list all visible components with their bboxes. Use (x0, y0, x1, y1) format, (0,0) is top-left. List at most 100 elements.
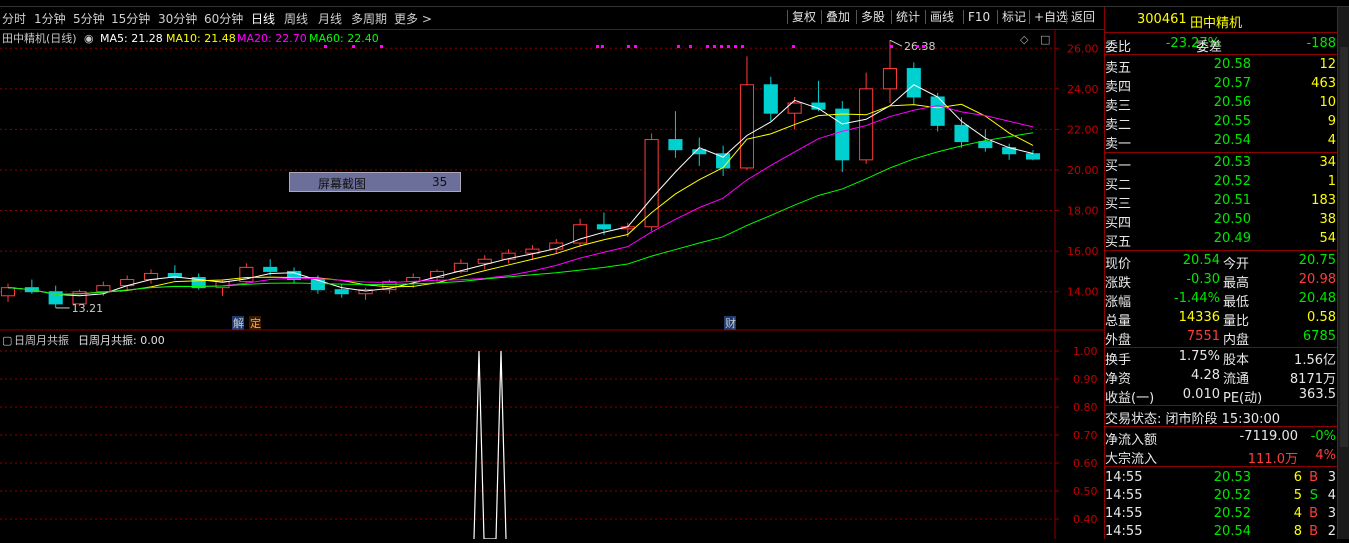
signal-dot (634, 45, 637, 48)
scrollbar[interactable] (1337, 7, 1349, 539)
y-tick-label: 18.00 (1067, 205, 1099, 218)
quote-cell: 20.52 (1213, 174, 1251, 189)
quote-cell: 20.52 (1213, 506, 1251, 521)
signal-dot (890, 45, 893, 48)
candle-body (668, 139, 683, 151)
toolbar-separator (1029, 10, 1030, 24)
candle-body (739, 84, 755, 169)
timeframe-tab[interactable]: 30分钟 (158, 10, 197, 27)
stat2-row: 换手 1.75% 股本 1.56亿 (1105, 348, 1338, 368)
quote-cell: 8171万 (1289, 372, 1336, 387)
quote-cell: 463 (1311, 76, 1336, 91)
signal-dot (713, 45, 716, 48)
timeframe-tab[interactable]: 更多 > (394, 10, 432, 27)
quote-cell: 20.48 (1298, 291, 1336, 306)
signal-dot (601, 45, 604, 48)
timeframe-tab[interactable]: 分时 (2, 10, 26, 27)
event-marker: 定 (250, 316, 261, 330)
timeframe-tab[interactable]: 日线 (251, 10, 275, 27)
scrollbar-thumb[interactable] (1340, 47, 1348, 447)
y-tick-label: 24.00 (1067, 83, 1099, 96)
legend-item: MA20: 22.70 (237, 32, 307, 45)
quote-cell: 净资 (1105, 372, 1132, 387)
quote-cell: 8 (1293, 524, 1302, 539)
diamond-icon: ◇ (1020, 33, 1029, 46)
y-tick-label: 0.80 (1073, 401, 1098, 414)
toolbar-button[interactable]: F10 (968, 9, 990, 25)
stat-row: 涨跌 -0.30 最高 20.98 (1105, 271, 1338, 291)
quote-cell: 总量 (1105, 314, 1132, 329)
timeframe-tab[interactable]: 多周期 (351, 10, 387, 27)
quote-cell: S (1309, 488, 1318, 503)
toolbar-button[interactable]: 叠加 (826, 9, 850, 25)
ma10-line (7, 103, 1034, 295)
quote-cell: 14:55 (1105, 488, 1143, 503)
quote-cell: 现价 (1105, 257, 1132, 272)
candle-body (310, 279, 325, 291)
quote-cell: 20.51 (1213, 193, 1251, 208)
quote-cell: 14336 (1178, 310, 1220, 325)
quote-cell: 9 (1327, 114, 1336, 129)
timeframe-tab[interactable]: 1分钟 (34, 10, 66, 27)
indicator-title: 日周月共振 (14, 333, 69, 347)
quote-cell: 111.0万 (1247, 452, 1298, 467)
toolbar-button[interactable]: 多股 (861, 9, 885, 25)
candle-body (453, 262, 468, 272)
quote-cell: 卖一 (1105, 137, 1132, 152)
stat2-row: 收益(一) 0.010 PE(动) 363.5 (1105, 386, 1338, 406)
toolbar-button[interactable]: 画线 (930, 9, 954, 25)
timeframe-tab[interactable]: 5分钟 (73, 10, 105, 27)
stock-title: 300461 田中精机 (1105, 11, 1338, 31)
toolbar-button[interactable]: 统计 (896, 9, 920, 25)
quote-cell: 20.54 (1182, 253, 1220, 268)
chart-svg[interactable]: 26.00 24.00 22.00 20.00 18.00 16.00 14.00 田中精机(… (0, 30, 1104, 540)
quote-cell: 20.98 (1298, 272, 1336, 287)
signal-dot (324, 45, 327, 48)
chart-area[interactable]: 26.00 24.00 22.00 20.00 18.00 16.00 14.00 田中精机(… (0, 30, 1104, 540)
timeframe-tab[interactable]: 15分钟 (111, 10, 150, 27)
quote-cell: 换手 (1105, 353, 1132, 368)
candle-body (716, 153, 731, 169)
timeframe-tab[interactable]: 月线 (318, 10, 342, 27)
timeframe-tab[interactable]: 周线 (284, 10, 308, 27)
toolbar-separator (963, 10, 964, 24)
quote-cell: 20.75 (1298, 253, 1336, 268)
y-tick-label: 0.90 (1073, 373, 1098, 386)
quote-cell: B (1309, 506, 1318, 521)
event-marker: 财 (725, 316, 736, 330)
panel-divider (1105, 250, 1338, 251)
quote-cell: 交易状态: 闭市阶段 15:30:00 (1105, 412, 1281, 427)
toolbar-button[interactable]: +自选 (1034, 9, 1068, 25)
quote-cell: 今开 (1223, 257, 1250, 272)
quote-cell: 363.5 (1298, 387, 1336, 402)
quote-cell: 买二 (1105, 178, 1132, 193)
quote-cell: 4 (1293, 506, 1302, 521)
ask-row: 卖三 20.56 10 (1105, 94, 1338, 114)
toolbar-button[interactable]: 复权 (792, 9, 816, 25)
quote-cell: 20.53 (1213, 470, 1251, 485)
quote-cell: 卖五 (1105, 61, 1132, 76)
quote-cell: 卖四 (1105, 80, 1132, 95)
panel-divider (1105, 466, 1338, 467)
toolbar-separator (1066, 10, 1067, 24)
quote-cell: 大宗流入 (1105, 452, 1158, 467)
tick-row: 14:55 20.53 6 B 3 (1105, 469, 1338, 488)
quote-cell: PE(动) (1223, 391, 1263, 406)
ask-row: 卖四 20.57 463 (1105, 75, 1338, 95)
signal-dot (352, 45, 355, 48)
stat-row: 现价 20.54 今开 20.75 (1105, 252, 1338, 272)
bid-row: 买二 20.52 1 (1105, 173, 1338, 193)
candle-body (644, 139, 659, 228)
bid-row: 买三 20.51 183 (1105, 192, 1338, 212)
quote-cell: 14:55 (1105, 506, 1143, 521)
timeframe-tab[interactable]: 60分钟 (204, 10, 243, 27)
toolbar-button[interactable]: 返回 (1071, 9, 1095, 25)
y-tick-label: 0.60 (1073, 457, 1098, 470)
quote-cell: B (1309, 470, 1318, 485)
y-tick-label: 20.00 (1067, 164, 1099, 177)
toolbar-button[interactable]: 标记 (1002, 9, 1026, 25)
quote-cell: 委比 (1105, 40, 1132, 55)
flow-row: 净流入额 -7119.00 -0% (1105, 428, 1338, 448)
toolbar-separator (787, 10, 788, 24)
quote-cell: 买五 (1105, 235, 1132, 250)
